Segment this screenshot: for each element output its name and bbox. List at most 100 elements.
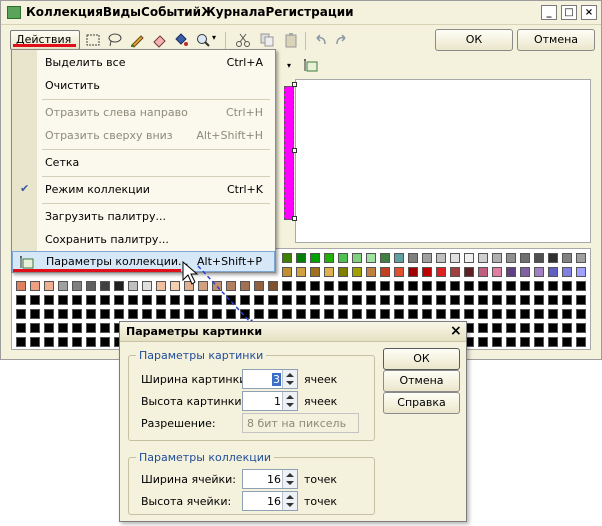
dialog-ok-button[interactable]: ОК <box>383 348 460 370</box>
palette-swatch[interactable] <box>352 295 362 305</box>
palette-swatch[interactable] <box>338 267 348 277</box>
palette-swatch[interactable] <box>72 295 82 305</box>
palette-swatch[interactable] <box>352 253 362 263</box>
palette-swatch[interactable] <box>408 295 418 305</box>
palette-swatch[interactable] <box>366 267 376 277</box>
paste-icon[interactable] <box>283 32 299 48</box>
palette-swatch[interactable] <box>506 295 516 305</box>
menu-item-grid[interactable]: Сетка <box>12 152 275 174</box>
copy-icon[interactable] <box>259 32 275 48</box>
resize-handle[interactable] <box>292 148 297 153</box>
palette-swatch[interactable] <box>44 309 54 319</box>
palette-swatch[interactable] <box>492 337 502 347</box>
spin-up-icon[interactable] <box>286 373 294 377</box>
palette-swatch[interactable] <box>492 281 502 291</box>
palette-swatch[interactable] <box>296 281 306 291</box>
palette-swatch[interactable] <box>156 295 166 305</box>
palette-swatch[interactable] <box>520 267 530 277</box>
palette-swatch[interactable] <box>128 295 138 305</box>
width-value[interactable]: 3 <box>272 373 281 386</box>
menu-item-select-all[interactable]: Выделить все Ctrl+A <box>12 52 275 74</box>
palette-swatch[interactable] <box>520 281 530 291</box>
palette-swatch[interactable] <box>16 295 26 305</box>
palette-swatch[interactable] <box>534 295 544 305</box>
menu-item-flip-horizontal[interactable]: Отразить слева направо Ctrl+H <box>12 102 275 124</box>
spin-buttons[interactable] <box>282 370 297 388</box>
palette-swatch[interactable] <box>492 253 502 263</box>
palette-swatch[interactable] <box>422 295 432 305</box>
palette-swatch[interactable] <box>576 337 586 347</box>
palette-swatch[interactable] <box>170 281 180 291</box>
palette-swatch[interactable] <box>422 253 432 263</box>
resize-handle[interactable] <box>292 82 297 87</box>
palette-swatch[interactable] <box>478 281 488 291</box>
palette-swatch[interactable] <box>114 295 124 305</box>
pencil-icon[interactable] <box>129 32 145 48</box>
palette-swatch[interactable] <box>548 323 558 333</box>
palette-swatch[interactable] <box>534 281 544 291</box>
cell-width-value[interactable]: 16 <box>267 473 281 486</box>
eraser-icon[interactable] <box>151 32 167 48</box>
palette-swatch[interactable] <box>380 295 390 305</box>
spin-buttons[interactable] <box>282 492 297 510</box>
palette-swatch[interactable] <box>408 267 418 277</box>
palette-swatch[interactable] <box>436 267 446 277</box>
palette-swatch[interactable] <box>576 309 586 319</box>
palette-swatch[interactable] <box>100 295 110 305</box>
palette-swatch[interactable] <box>86 295 96 305</box>
palette-swatch[interactable] <box>422 267 432 277</box>
palette-swatch[interactable] <box>72 309 82 319</box>
palette-swatch[interactable] <box>324 295 334 305</box>
menu-item-save-palette[interactable]: Сохранить палитру... <box>12 229 275 251</box>
height-value[interactable]: 1 <box>274 395 281 408</box>
palette-swatch[interactable] <box>548 295 558 305</box>
palette-swatch[interactable] <box>562 295 572 305</box>
palette-swatch[interactable] <box>100 337 110 347</box>
dialog-help-button[interactable]: Справка <box>383 392 460 414</box>
palette-swatch[interactable] <box>478 267 488 277</box>
palette-swatch[interactable] <box>100 323 110 333</box>
palette-swatch[interactable] <box>310 267 320 277</box>
palette-swatch[interactable] <box>450 309 460 319</box>
dialog-close-icon[interactable]: × <box>450 323 462 339</box>
spin-down-icon[interactable] <box>286 503 294 507</box>
palette-swatch[interactable] <box>170 309 180 319</box>
palette-swatch[interactable] <box>464 267 474 277</box>
palette-swatch[interactable] <box>44 281 54 291</box>
palette-swatch[interactable] <box>534 253 544 263</box>
menu-item-clear[interactable]: Очистить <box>12 75 275 97</box>
palette-swatch[interactable] <box>100 281 110 291</box>
palette-swatch[interactable] <box>380 253 390 263</box>
palette-swatch[interactable] <box>352 281 362 291</box>
palette-swatch[interactable] <box>562 337 572 347</box>
palette-swatch[interactable] <box>408 281 418 291</box>
palette-swatch[interactable] <box>114 281 124 291</box>
dropdown-arrow-icon[interactable]: ▾ <box>287 61 291 70</box>
palette-swatch[interactable] <box>366 253 376 263</box>
palette-swatch[interactable] <box>464 281 474 291</box>
palette-swatch[interactable] <box>310 281 320 291</box>
palette-swatch[interactable] <box>44 323 54 333</box>
palette-swatch[interactable] <box>142 295 152 305</box>
palette-swatch[interactable] <box>128 281 138 291</box>
palette-swatch[interactable] <box>58 295 68 305</box>
palette-swatch[interactable] <box>464 309 474 319</box>
palette-swatch[interactable] <box>30 309 40 319</box>
palette-swatch[interactable] <box>562 281 572 291</box>
palette-swatch[interactable] <box>450 267 460 277</box>
palette-swatch[interactable] <box>324 267 334 277</box>
palette-swatch[interactable] <box>86 337 96 347</box>
palette-swatch[interactable] <box>436 309 446 319</box>
menu-item-collection-mode[interactable]: ✔ Режим коллекции Ctrl+K <box>12 179 275 201</box>
cut-icon[interactable] <box>235 32 251 48</box>
palette-swatch[interactable] <box>30 323 40 333</box>
palette-swatch[interactable] <box>548 267 558 277</box>
palette-swatch[interactable] <box>338 253 348 263</box>
palette-swatch[interactable] <box>338 295 348 305</box>
cancel-button[interactable]: Отмена <box>517 29 595 51</box>
palette-swatch[interactable] <box>156 281 166 291</box>
image-canvas[interactable] <box>284 79 591 243</box>
palette-swatch[interactable] <box>492 309 502 319</box>
height-stepper[interactable]: 1 <box>242 391 298 411</box>
palette-swatch[interactable] <box>534 337 544 347</box>
